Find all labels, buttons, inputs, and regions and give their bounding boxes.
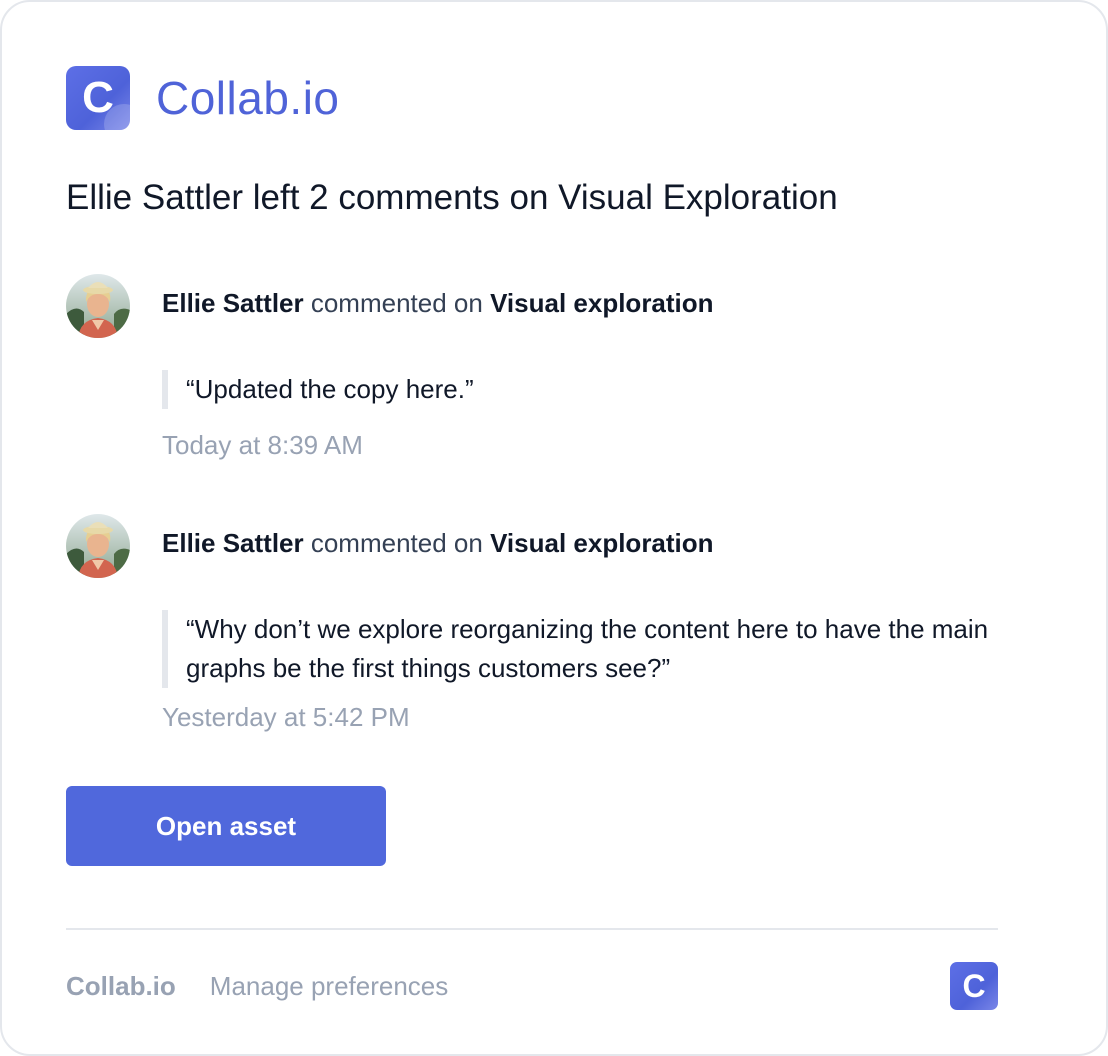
- comment-target[interactable]: Visual exploration: [490, 288, 713, 318]
- comment-quote: “Updated the copy here.”: [162, 370, 1022, 409]
- footer-divider: [66, 928, 998, 930]
- comment-meta: Ellie Sattler commented on Visual explor…: [162, 528, 714, 559]
- footer-brand: Collab.io: [66, 970, 176, 1001]
- open-asset-button[interactable]: Open asset: [66, 786, 386, 866]
- email-headline: Ellie Sattler left 2 comments on Visual …: [66, 178, 838, 217]
- comment-author: Ellie Sattler: [162, 288, 304, 318]
- comment-timestamp: Today at 8:39 AM: [162, 430, 363, 460]
- avatar: [66, 274, 130, 338]
- comment-action: commented on: [303, 528, 491, 558]
- manage-preferences-link[interactable]: Manage preferences: [210, 971, 448, 1002]
- comment-meta: Ellie Sattler commented on Visual explor…: [162, 288, 714, 319]
- collab-logo-icon: C: [66, 66, 130, 130]
- comment-timestamp: Yesterday at 5:42 PM: [162, 702, 410, 732]
- comment-target[interactable]: Visual exploration: [490, 528, 713, 558]
- avatar-photo: [66, 514, 130, 578]
- brand-header: C Collab.io: [66, 66, 340, 130]
- footer: Collab.io Manage preferences C: [66, 962, 998, 1010]
- footer-logo-letter: C: [962, 968, 986, 1004]
- brand-name: Collab.io: [156, 72, 340, 124]
- comment-author: Ellie Sattler: [162, 528, 304, 558]
- logo-letter: C: [82, 73, 114, 122]
- comment-action: commented on: [303, 288, 491, 318]
- avatar: [66, 514, 130, 578]
- avatar-photo: [66, 274, 130, 338]
- comment-quote: “Why don’t we explore reorganizing the c…: [162, 610, 1022, 688]
- email-card: C Collab.io Ellie Sattler left 2 comment…: [0, 0, 1108, 1056]
- footer-logo-icon: C: [950, 962, 998, 1010]
